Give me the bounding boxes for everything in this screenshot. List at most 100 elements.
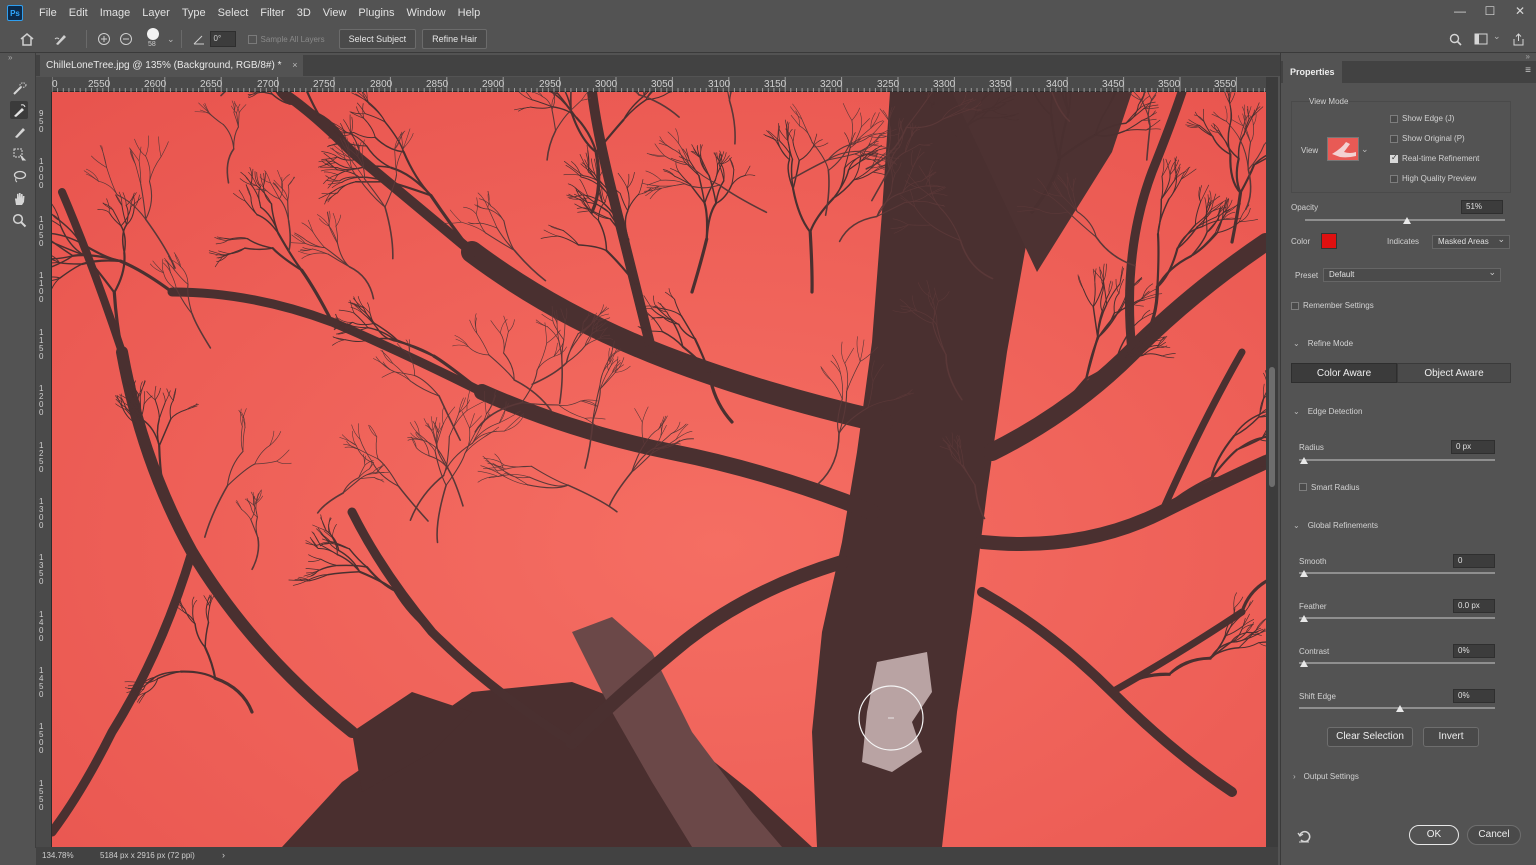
- minimize-button[interactable]: —: [1452, 3, 1468, 19]
- lasso-tool-icon[interactable]: [10, 167, 28, 185]
- ruler-label: 1050: [39, 215, 44, 248]
- radius-slider[interactable]: [1299, 459, 1495, 461]
- global-refinements-label: Global Refinements: [1307, 521, 1378, 530]
- shift-edge-field[interactable]: 0%: [1453, 689, 1495, 703]
- brush-size-picker[interactable]: 58: [143, 27, 165, 51]
- ruler-label: 1000: [39, 157, 44, 190]
- ruler-label: 1350: [39, 553, 44, 586]
- reset-icon[interactable]: [1297, 829, 1313, 845]
- radius-slider-thumb[interactable]: [1300, 457, 1308, 464]
- smooth-slider-thumb[interactable]: [1300, 570, 1308, 577]
- menu-help[interactable]: Help: [452, 0, 487, 26]
- overlay-color-swatch[interactable]: [1321, 233, 1337, 249]
- document-canvas[interactable]: [52, 92, 1266, 847]
- clear-selection-button[interactable]: Clear Selection: [1327, 727, 1413, 747]
- shift-edge-slider-thumb[interactable]: [1396, 705, 1404, 712]
- edge-detection-label: Edge Detection: [1307, 407, 1363, 416]
- high-quality-preview-checkbox[interactable]: [1390, 175, 1398, 183]
- indicates-dropdown[interactable]: Masked Areas: [1432, 233, 1510, 249]
- smart-radius-checkbox[interactable]: [1299, 483, 1307, 491]
- ok-button[interactable]: OK: [1409, 825, 1459, 845]
- hand-tool-icon[interactable]: [10, 189, 28, 207]
- menu-edit[interactable]: Edit: [63, 0, 94, 26]
- smooth-slider[interactable]: [1299, 572, 1495, 574]
- zoom-tool-icon[interactable]: [10, 211, 28, 229]
- home-icon[interactable]: [16, 28, 38, 50]
- menu-view[interactable]: View: [317, 0, 353, 26]
- smooth-field[interactable]: 0: [1453, 554, 1495, 568]
- ruler-label: 2750: [313, 79, 336, 90]
- ruler-label: 2900: [482, 79, 505, 90]
- opacity-field[interactable]: 51%: [1461, 200, 1503, 214]
- zoom-level-field[interactable]: 134.78%: [42, 851, 74, 860]
- edge-detection-header[interactable]: ⌄ Edge Detection: [1293, 407, 1362, 416]
- workspace-icon[interactable]: [1470, 28, 1492, 50]
- realtime-refinement-checkbox[interactable]: [1390, 153, 1398, 163]
- show-edge-checkbox[interactable]: [1390, 115, 1398, 123]
- maximize-button[interactable]: ☐: [1482, 3, 1498, 19]
- chevron-down-icon[interactable]: ⌄: [1493, 31, 1501, 42]
- radius-field[interactable]: 0 px: [1451, 440, 1495, 454]
- scroll-thumb[interactable]: [1269, 367, 1275, 487]
- menu-layer[interactable]: Layer: [136, 0, 176, 26]
- chevron-down-icon: ⌄: [1293, 407, 1300, 416]
- menu-type[interactable]: Type: [176, 0, 212, 26]
- menu-window[interactable]: Window: [401, 0, 452, 26]
- restore-original-icon[interactable]: [115, 28, 137, 50]
- color-aware-button[interactable]: Color Aware: [1291, 363, 1397, 383]
- properties-tab[interactable]: Properties: [1283, 61, 1342, 83]
- feather-field[interactable]: 0.0 px: [1453, 599, 1495, 613]
- menu-filter[interactable]: Filter: [254, 0, 290, 26]
- feather-slider[interactable]: [1299, 617, 1495, 619]
- radius-label: Radius: [1299, 443, 1324, 452]
- sample-all-layers-checkbox[interactable]: [247, 34, 257, 44]
- refine-hair-button[interactable]: Refine Hair: [422, 29, 488, 49]
- close-tab-icon[interactable]: ×: [292, 55, 297, 76]
- search-icon[interactable]: [1444, 28, 1466, 50]
- invert-button[interactable]: Invert: [1423, 727, 1479, 747]
- ruler-label: 3550: [1214, 79, 1237, 90]
- show-original-label: Show Original (P): [1402, 134, 1465, 143]
- share-icon[interactable]: [1507, 28, 1529, 50]
- panel-menu-icon[interactable]: ≡: [1525, 65, 1531, 76]
- ruler-label: 0: [52, 79, 58, 90]
- document-tab[interactable]: ChilleLoneTree.jpg @ 135% (Background, R…: [40, 55, 304, 76]
- view-mode-thumbnail[interactable]: [1327, 137, 1359, 161]
- object-selection-tool-icon[interactable]: [10, 145, 28, 163]
- menu-3d[interactable]: 3D: [291, 0, 317, 26]
- document-size-info: 5184 px x 2916 px (72 ppi): [100, 851, 195, 860]
- cancel-button[interactable]: Cancel: [1467, 825, 1521, 845]
- object-aware-button[interactable]: Object Aware: [1397, 363, 1511, 383]
- quick-selection-tool-icon[interactable]: [10, 79, 28, 97]
- close-window-button[interactable]: ✕: [1512, 3, 1528, 19]
- opacity-label: Opacity: [1291, 203, 1319, 212]
- menu-plugins[interactable]: Plugins: [352, 0, 400, 26]
- show-original-checkbox[interactable]: [1390, 135, 1398, 143]
- menu-image[interactable]: Image: [94, 0, 137, 26]
- panel-collapse-icon[interactable]: »: [1526, 52, 1530, 61]
- opacity-slider-thumb[interactable]: [1403, 217, 1411, 224]
- ruler-label: 1550: [39, 779, 44, 812]
- expand-detection-icon[interactable]: [93, 28, 115, 50]
- select-subject-button[interactable]: Select Subject: [338, 29, 417, 49]
- angle-field[interactable]: 0°: [209, 31, 236, 47]
- vertical-scrollbar[interactable]: [1266, 77, 1278, 847]
- panel-collapse-icon[interactable]: »: [8, 53, 12, 62]
- refine-mode-header[interactable]: ⌄ Refine Mode: [1293, 339, 1353, 348]
- status-menu-arrow-icon[interactable]: ›: [222, 850, 225, 860]
- chevron-down-icon[interactable]: ⌄: [1361, 144, 1369, 155]
- contrast-slider-thumb[interactable]: [1300, 660, 1308, 667]
- chevron-down-icon[interactable]: ⌄: [167, 34, 175, 45]
- refine-edge-brush-tool-icon[interactable]: [10, 101, 28, 119]
- feather-slider-thumb[interactable]: [1300, 615, 1308, 622]
- output-settings-header[interactable]: › Output Settings: [1293, 772, 1359, 781]
- menu-file[interactable]: File: [33, 0, 63, 26]
- global-refinements-header[interactable]: ⌄ Global Refinements: [1293, 521, 1378, 530]
- contrast-field[interactable]: 0%: [1453, 644, 1495, 658]
- contrast-slider[interactable]: [1299, 662, 1495, 664]
- preset-dropdown[interactable]: Default: [1323, 266, 1501, 282]
- remember-settings-checkbox[interactable]: [1291, 302, 1299, 310]
- brush-tool-icon[interactable]: [10, 123, 28, 141]
- refine-brush-tool-preset-icon[interactable]: [50, 28, 72, 50]
- menu-select[interactable]: Select: [212, 0, 255, 26]
